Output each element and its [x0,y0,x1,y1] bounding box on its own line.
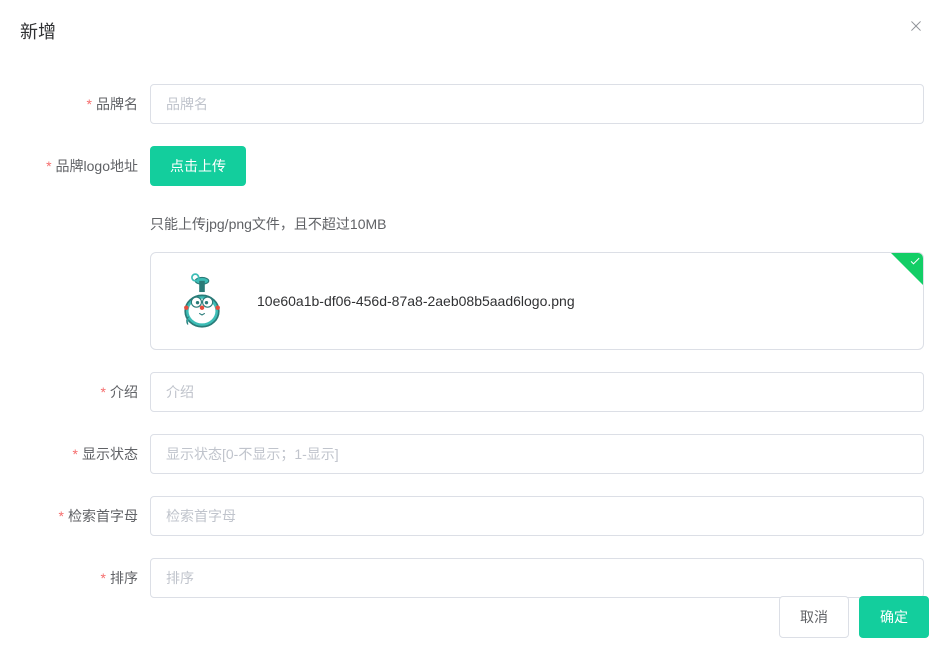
close-icon[interactable] [908,18,924,38]
dialog-header: 新增 [0,0,944,54]
dialog-body: 品牌名 品牌logo地址 点击上传 只能上传jpg/png文件，且不超过10MB [0,54,944,650]
logo-label: 品牌logo地址 [20,146,150,186]
cancel-button[interactable]: 取消 [779,596,849,638]
first-letter-input[interactable] [150,496,924,536]
dialog-title: 新增 [20,22,56,42]
brand-name-input[interactable] [150,84,924,124]
brand-name-label: 品牌名 [20,84,150,124]
form-item-show-status: 显示状态 [20,434,924,474]
show-status-label: 显示状态 [20,434,150,474]
form-item-intro: 介绍 [20,372,924,412]
upload-filename: 10e60a1b-df06-456d-87a8-2aeb08b5aad6logo… [257,293,575,309]
first-letter-label: 检索首字母 [20,496,150,536]
intro-label: 介绍 [20,372,150,412]
sort-input[interactable] [150,558,924,598]
form-item-sort: 排序 [20,558,924,598]
upload-thumbnail [167,271,237,331]
form-item-brand-name: 品牌名 [20,84,924,124]
form-item-first-letter: 检索首字母 [20,496,924,536]
confirm-button[interactable]: 确定 [859,596,929,638]
form-item-logo: 品牌logo地址 点击上传 只能上传jpg/png文件，且不超过10MB [20,146,924,350]
upload-button[interactable]: 点击上传 [150,146,246,186]
sort-label: 排序 [20,558,150,598]
upload-file-item[interactable]: 10e60a1b-df06-456d-87a8-2aeb08b5aad6logo… [150,252,924,350]
upload-tip: 只能上传jpg/png文件，且不超过10MB [150,214,924,234]
upload-success-icon [891,253,923,285]
show-status-input[interactable] [150,434,924,474]
intro-input[interactable] [150,372,924,412]
dialog-footer: 取消 确定 [779,596,929,638]
